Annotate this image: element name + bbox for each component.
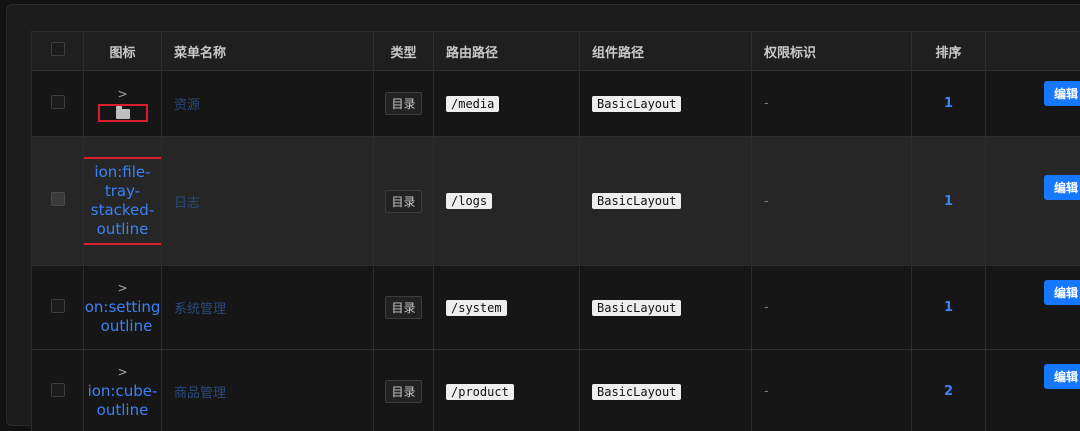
header-route-path: 路由路径 [434,32,580,71]
menu-name-link[interactable]: 资源 [174,98,200,113]
icon-name-text: ion:cube-outline [84,382,161,420]
actions-cell: 编辑 [986,71,1080,137]
component-path-cell: BasicLayout [580,71,752,137]
icon-cell: > ion:cube-outline [84,350,162,431]
menu-name-cell: 系统管理 [162,266,374,350]
route-path-cell: /system [434,266,580,350]
route-path-cell: /media [434,71,580,137]
menu-name-cell: 日志 [162,137,374,266]
order-cell: 1 [912,137,986,266]
type-cell: 目录 [374,350,434,431]
order-value: 1 [944,300,953,315]
header-actions [986,32,1080,71]
expand-icon[interactable]: > [84,86,161,102]
type-tag: 目录 [385,190,421,213]
icon-cell: ion:file-tray-stacked-outline [84,137,162,266]
icon-name-text: on:settings outline [84,298,162,336]
table-header-row: 图标 菜单名称 类型 路由路径 组件路径 权限标识 排序 [32,32,1080,71]
row-checkbox[interactable] [51,192,65,206]
menu-table-card: 图标 菜单名称 类型 路由路径 组件路径 权限标识 排序 [6,4,1080,426]
table-row: > ion:cube-outline 商品管理 目录 /product Basi… [32,350,1080,431]
type-tag: 目录 [385,92,421,115]
page: 图标 菜单名称 类型 路由路径 组件路径 权限标识 排序 [0,0,1080,416]
header-permission: 权限标识 [752,32,912,71]
header-icon: 图标 [84,32,162,71]
order-value: 1 [944,194,953,209]
component-path-cell: BasicLayout [580,350,752,431]
permission-cell: - [752,71,912,137]
route-path-cell: /product [434,350,580,431]
edit-button[interactable]: 编辑 [1044,175,1080,200]
menu-table-wrapper: 图标 菜单名称 类型 路由路径 组件路径 权限标识 排序 [31,31,1080,431]
header-order: 排序 [912,32,986,71]
permission-value: - [764,384,769,399]
row-checkbox[interactable] [51,95,65,109]
component-path-cell: BasicLayout [580,137,752,266]
header-type: 类型 [374,32,434,71]
row-checkbox[interactable] [51,299,65,313]
menu-name-cell: 商品管理 [162,350,374,431]
menu-name-link[interactable]: 系统管理 [174,302,226,317]
permission-cell: - [752,350,912,431]
permission-cell: - [752,266,912,350]
icon-name-text: ion:file-tray-stacked-outline [84,157,162,245]
expand-icon[interactable]: > [84,364,161,380]
actions-cell: 编辑 [986,350,1080,431]
type-cell: 目录 [374,71,434,137]
route-path-cell: /logs [434,137,580,266]
table-row: > on:settings outline 系统管理 目录 /system Ba… [32,266,1080,350]
type-tag: 目录 [385,296,421,319]
header-menu-name: 菜单名称 [162,32,374,71]
component-path-tag: BasicLayout [592,96,681,112]
menu-table: 图标 菜单名称 类型 路由路径 组件路径 权限标识 排序 [31,31,1080,431]
permission-value: - [764,300,769,315]
row-select [32,350,84,431]
row-select [32,266,84,350]
menu-name-cell: 资源 [162,71,374,137]
row-select [32,137,84,266]
edit-button[interactable]: 编辑 [1044,81,1080,106]
permission-value: - [764,194,769,209]
type-cell: 目录 [374,266,434,350]
icon-cell: > on:settings outline [84,266,162,350]
route-path-tag: /logs [446,193,492,209]
order-cell: 1 [912,71,986,137]
route-path-tag: /product [446,384,514,400]
actions-cell: 编辑 [986,266,1080,350]
folder-icon [116,109,130,119]
edit-button[interactable]: 编辑 [1044,280,1080,305]
order-value: 2 [944,384,953,399]
select-all-checkbox[interactable] [51,42,65,56]
component-path-tag: BasicLayout [592,384,681,400]
menu-name-link[interactable]: 日志 [174,196,200,211]
order-cell: 2 [912,350,986,431]
select-all-header [32,32,84,71]
table-row: ion:file-tray-stacked-outline 日志 目录 /log… [32,137,1080,266]
component-path-tag: BasicLayout [592,300,681,316]
edit-button[interactable]: 编辑 [1044,364,1080,389]
permission-value: - [764,96,769,111]
permission-cell: - [752,137,912,266]
header-component-path: 组件路径 [580,32,752,71]
icon-cell: > [84,71,162,137]
expand-icon[interactable]: > [84,280,161,296]
type-cell: 目录 [374,137,434,266]
order-value: 1 [944,96,953,111]
icon-highlight-box [98,104,148,122]
row-checkbox[interactable] [51,383,65,397]
route-path-tag: /media [446,96,499,112]
order-cell: 1 [912,266,986,350]
table-row: > 资源 目录 /media BasicLayout - 1 编辑 [32,71,1080,137]
row-select [32,71,84,137]
component-path-cell: BasicLayout [580,266,752,350]
type-tag: 目录 [385,380,421,403]
menu-name-link[interactable]: 商品管理 [174,386,226,401]
route-path-tag: /system [446,300,507,316]
component-path-tag: BasicLayout [592,193,681,209]
actions-cell: 编辑 [986,137,1080,266]
